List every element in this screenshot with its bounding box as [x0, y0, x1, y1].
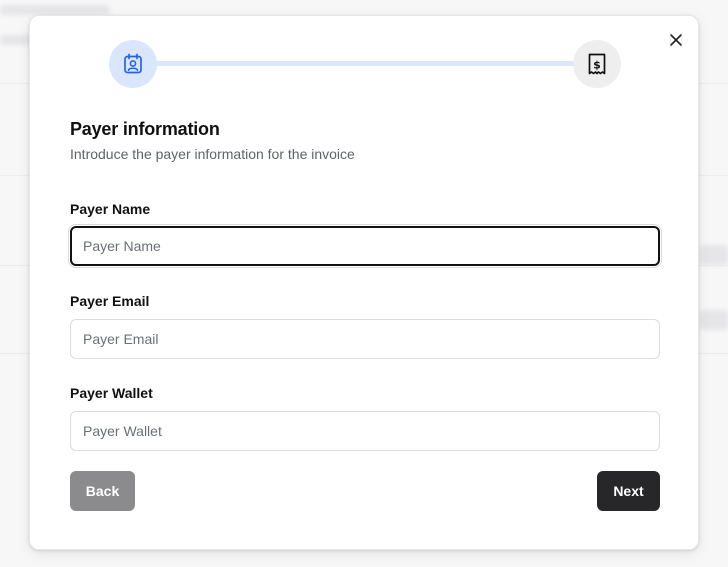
- close-button[interactable]: [666, 30, 686, 50]
- step-payer-info: [109, 40, 157, 88]
- step-invoice: $: [573, 40, 621, 88]
- payer-name-input[interactable]: [70, 226, 660, 266]
- background-text-blur: [0, 5, 110, 15]
- contact-card-icon: [124, 53, 142, 74]
- payer-name-label: Payer Name: [70, 201, 151, 217]
- payer-info-dialog: $ Payer information Introduce the payer …: [29, 15, 699, 550]
- payer-wallet-input[interactable]: [70, 411, 660, 451]
- background-text-blur: [700, 310, 728, 330]
- payer-email-input[interactable]: [70, 319, 660, 359]
- close-icon: [670, 34, 682, 46]
- dialog-title: Payer information: [70, 119, 220, 139]
- invoice-receipt-icon: $: [588, 53, 606, 75]
- stepper-track: [149, 61, 581, 66]
- back-button[interactable]: Back: [70, 471, 135, 511]
- next-button[interactable]: Next: [597, 471, 660, 511]
- svg-text:$: $: [593, 58, 601, 71]
- progress-stepper: $: [109, 40, 621, 88]
- payer-wallet-label: Payer Wallet: [70, 385, 153, 401]
- background-text-blur: [700, 245, 728, 265]
- dialog-subtitle: Introduce the payer information for the …: [70, 146, 355, 162]
- payer-email-label: Payer Email: [70, 293, 150, 309]
